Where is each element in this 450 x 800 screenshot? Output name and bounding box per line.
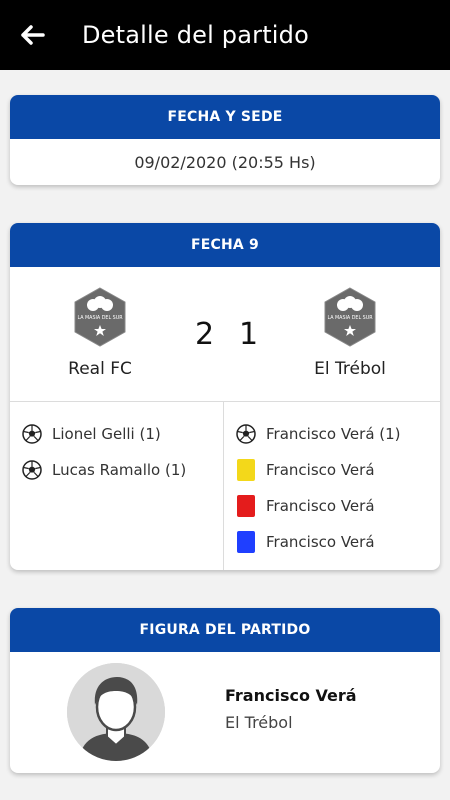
event-text: Francisco Verá: [266, 461, 375, 479]
match-datetime: 09/02/2020 (20:55 Hs): [134, 152, 316, 172]
away-team[interactable]: LA MASIA DEL SUR El Trébol: [260, 267, 440, 379]
soccer-ball-icon: [22, 460, 42, 480]
match-card: FECHA 9 LA MASIA DEL SUR Real FC 2 1 LA …: [10, 223, 440, 570]
event-row: Francisco Verá (1): [224, 416, 438, 452]
event-row: Lionel Gelli (1): [10, 416, 223, 452]
yellow-card-icon: [236, 459, 256, 481]
red-card-icon: [236, 495, 256, 517]
player-team: El Trébol: [225, 713, 293, 732]
home-team[interactable]: LA MASIA DEL SUR Real FC: [10, 267, 190, 379]
arrow-left-icon: [21, 25, 45, 45]
player-of-match-header: FIGURA DEL PARTIDO: [10, 608, 440, 652]
avatar: [67, 663, 165, 761]
player-of-match-body[interactable]: Francisco Verá El Trébol: [10, 652, 440, 773]
event-row: Francisco Verá: [224, 524, 438, 560]
page-title: Detalle del partido: [82, 21, 309, 49]
event-text: Lucas Ramallo (1): [52, 461, 187, 479]
app-bar: Detalle del partido: [0, 0, 450, 70]
user-avatar-icon: [67, 663, 165, 761]
back-button[interactable]: [0, 0, 64, 70]
soccer-ball-icon: [236, 424, 256, 444]
soccer-ball-icon: [22, 424, 42, 444]
date-venue-card: FECHA Y SEDE 09/02/2020 (20:55 Hs): [10, 95, 440, 185]
home-score: 2: [195, 317, 215, 352]
event-row: Lucas Ramallo (1): [10, 452, 223, 488]
event-text: Francisco Verá: [266, 533, 375, 551]
event-text: Francisco Verá (1): [266, 425, 401, 443]
event-text: Francisco Verá: [266, 497, 375, 515]
date-venue-header: FECHA Y SEDE: [10, 95, 440, 139]
away-team-name: El Trébol: [314, 359, 386, 379]
scoreboard: LA MASIA DEL SUR Real FC 2 1 LA MASIA DE…: [10, 267, 440, 401]
event-row: Francisco Verá: [224, 452, 438, 488]
away-team-badge-icon: LA MASIA DEL SUR: [324, 287, 376, 347]
home-badge-text: LA MASIA DEL SUR: [77, 315, 123, 321]
player-of-match-card: FIGURA DEL PARTIDO Francisco Verá El Tré…: [10, 608, 440, 773]
event-text: Lionel Gelli (1): [52, 425, 161, 443]
away-badge-text: LA MASIA DEL SUR: [327, 315, 373, 321]
away-events: Francisco Verá (1) Francisco Verá Franci…: [224, 402, 438, 570]
home-events: Lionel Gelli (1) Lucas Ramallo (1): [10, 402, 224, 570]
away-score: 1: [239, 317, 259, 352]
match-events: Lionel Gelli (1) Lucas Ramallo (1) Franc…: [10, 401, 440, 570]
home-team-name: Real FC: [68, 359, 132, 379]
event-row: Francisco Verá: [224, 488, 438, 524]
blue-card-icon: [236, 531, 256, 553]
player-name: Francisco Verá: [225, 686, 357, 705]
home-team-badge-icon: LA MASIA DEL SUR: [74, 287, 126, 347]
round-header: FECHA 9: [10, 223, 440, 267]
